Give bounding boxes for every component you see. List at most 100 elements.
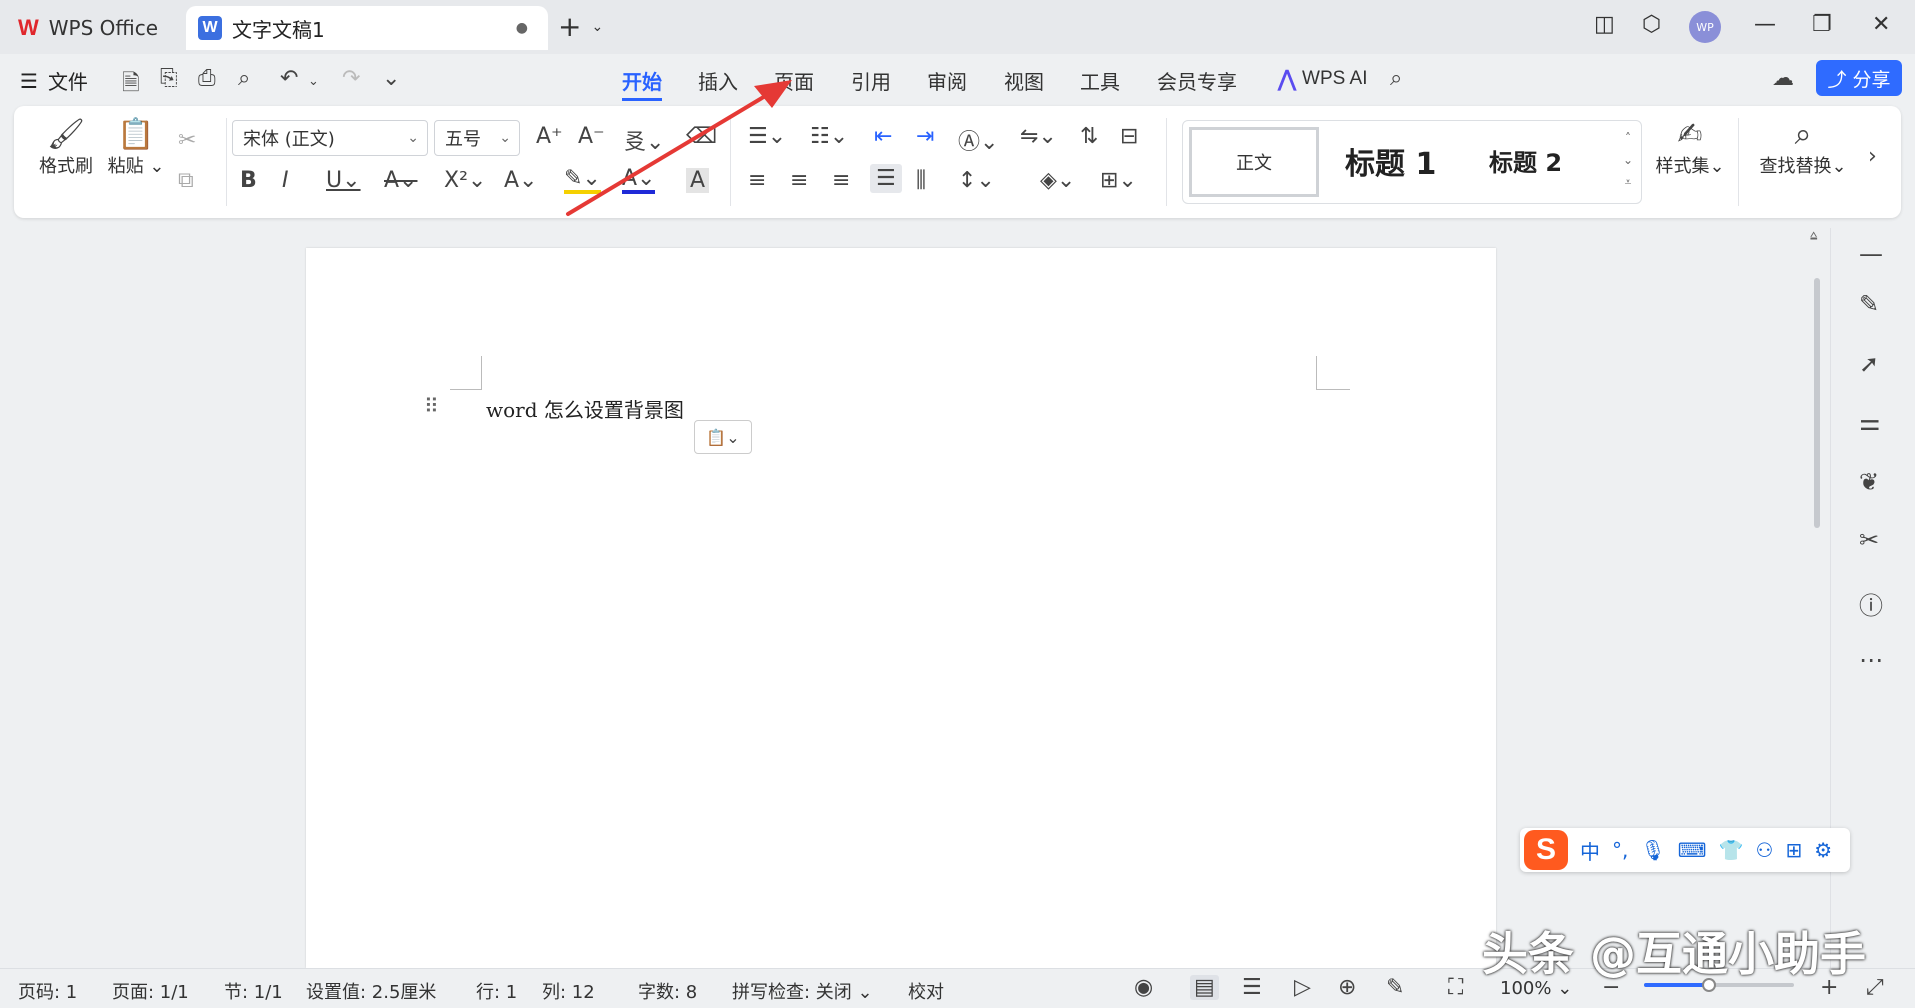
fullscreen-icon[interactable]: ⤢: [1866, 975, 1884, 1000]
share-button[interactable]: ⤴ 分享: [1816, 60, 1902, 96]
save-icon[interactable]: 🗎: [122, 66, 140, 104]
scroll-up-icon[interactable]: ⩠: [1810, 228, 1817, 243]
grow-font-icon[interactable]: A⁺: [536, 124, 563, 149]
home-tab[interactable]: W WPS Office: [4, 6, 180, 50]
unsaved-dot-icon[interactable]: ●: [516, 20, 528, 36]
text-direction-icon[interactable]: Ⓐ⌄: [958, 124, 998, 156]
fit-page-icon[interactable]: ⛶: [1448, 975, 1463, 1000]
close-icon[interactable]: ✕: [1872, 12, 1890, 37]
microphone-icon[interactable]: 🎙: [1640, 838, 1665, 862]
ribbon-scroll-right-icon[interactable]: ›: [1868, 144, 1877, 169]
sort-icon[interactable]: ⇅: [1080, 124, 1098, 149]
outline-view-icon[interactable]: ☰: [1242, 975, 1262, 1000]
chevron-down-icon[interactable]: ⌄: [591, 19, 603, 35]
play-icon[interactable]: ▷: [1294, 975, 1311, 1000]
sogou-logo-icon[interactable]: S: [1524, 830, 1568, 870]
sidebar-toggle-icon[interactable]: ◫: [1594, 12, 1615, 37]
align-right-icon[interactable]: ≡: [832, 168, 850, 193]
bold-icon[interactable]: B: [240, 168, 257, 193]
status-section[interactable]: 节: 1/1: [224, 978, 283, 1004]
status-spell-check[interactable]: 拼写检查: 关闭 ⌄: [732, 978, 873, 1004]
write-mode-icon[interactable]: ✎: [1386, 975, 1404, 1000]
strikethrough-icon[interactable]: A⌄: [384, 168, 417, 193]
skin-shirt-icon[interactable]: 👕: [1719, 838, 1744, 862]
keyboard-icon[interactable]: ⌨: [1678, 838, 1707, 862]
font-size-select[interactable]: 五号 ⌄: [434, 120, 520, 156]
tools-icon[interactable]: ✂: [1859, 526, 1879, 554]
styles-scroll-controls[interactable]: ˄ ⌄ ⩡: [1623, 127, 1633, 193]
document-assist-icon[interactable]: ❦: [1859, 468, 1879, 496]
minimize-icon[interactable]: —: [1754, 12, 1776, 37]
ime-punctuation-toggle[interactable]: °,: [1612, 838, 1628, 862]
align-center-icon[interactable]: ≡: [790, 168, 808, 193]
style-heading-1[interactable]: 标题 1: [1345, 139, 1436, 183]
status-column[interactable]: 列: 12: [542, 978, 595, 1004]
settings-icon[interactable]: ⚙: [1814, 838, 1832, 862]
tab-home[interactable]: 开始: [622, 66, 662, 101]
help-icon[interactable]: ⓘ: [1859, 586, 1883, 621]
export-pdf-icon[interactable]: ⎘: [160, 66, 178, 91]
copy-icon[interactable]: ⧉: [178, 168, 194, 193]
bullet-list-icon[interactable]: ☰⌄: [748, 124, 786, 149]
paste-button[interactable]: 📋 粘贴 ⌄: [106, 118, 166, 178]
char-shading-icon[interactable]: A: [686, 168, 710, 193]
format-painter-button[interactable]: 🖌 格式刷: [38, 118, 94, 178]
shrink-font-icon[interactable]: A⁻: [578, 124, 605, 149]
clear-format-icon[interactable]: ⌫: [686, 124, 717, 149]
customize-chevron-icon[interactable]: ⌄: [382, 66, 400, 91]
avatar[interactable]: WP: [1689, 11, 1721, 43]
wps-ai-button[interactable]: ⋀ WPS AI: [1278, 66, 1368, 92]
document-tab[interactable]: W 文字文稿1 ●: [186, 6, 548, 50]
file-menu[interactable]: ☰ 文件: [20, 66, 88, 95]
convert-icon[interactable]: ⇋⌄: [1020, 124, 1057, 149]
numbered-list-icon[interactable]: ☷⌄: [810, 124, 848, 149]
sliders-icon[interactable]: ⚌: [1859, 408, 1881, 436]
justify-icon[interactable]: ☰: [870, 164, 902, 193]
collapse-panel-icon[interactable]: —: [1859, 240, 1883, 268]
font-name-select[interactable]: 宋体 (正文) ⌄: [232, 120, 428, 156]
cube-icon[interactable]: ⬡: [1642, 12, 1661, 37]
phonetic-guide-icon[interactable]: 㕛⌄: [624, 124, 664, 156]
redo-icon[interactable]: ↷: [342, 66, 360, 91]
cut-icon[interactable]: ✂: [178, 128, 196, 153]
style-set-button[interactable]: ✍ 样式集⌄: [1650, 118, 1730, 178]
paragraph-shading-icon[interactable]: ◈⌄: [1040, 168, 1075, 193]
document-page[interactable]: ⠿ word 怎么设置背景图 📋⌄: [306, 248, 1496, 968]
search-icon[interactable]: ⌕: [1390, 66, 1402, 91]
paste-options-button[interactable]: 📋⌄: [694, 420, 752, 454]
style-normal[interactable]: 正文: [1189, 127, 1319, 197]
new-tab-button[interactable]: + ⌄: [558, 10, 603, 43]
cloud-icon[interactable]: ☁: [1772, 66, 1794, 91]
pen-icon[interactable]: ✎: [1859, 290, 1879, 318]
tab-tools[interactable]: 工具: [1080, 66, 1120, 95]
document-body-text[interactable]: word 怎么设置背景图: [486, 394, 684, 423]
eye-protection-icon[interactable]: ◉: [1134, 975, 1153, 1000]
game-icon[interactable]: ⚇: [1756, 838, 1774, 862]
decrease-indent-icon[interactable]: ⇤: [874, 124, 892, 149]
status-proofread[interactable]: 校对: [908, 978, 944, 1004]
superscript-icon[interactable]: X²⌄: [444, 168, 486, 193]
status-page-number[interactable]: 页码: 1: [18, 978, 77, 1004]
tab-membership[interactable]: 会员专享: [1157, 66, 1237, 95]
status-line[interactable]: 行: 1: [476, 978, 517, 1004]
undo-menu-chevron-icon[interactable]: ⌄: [308, 74, 319, 89]
status-word-count[interactable]: 字数: 8: [638, 978, 697, 1004]
more-icon[interactable]: ⋯: [1859, 646, 1883, 674]
underline-icon[interactable]: U⌄: [326, 168, 361, 193]
italic-icon[interactable]: I: [282, 168, 289, 193]
status-pages[interactable]: 页面: 1/1: [112, 978, 189, 1004]
font-color-icon[interactable]: A⌄: [622, 168, 656, 194]
distributed-icon[interactable]: ⫼: [916, 168, 926, 193]
style-heading-2[interactable]: 标题 2: [1489, 143, 1562, 178]
tab-view[interactable]: 视图: [1004, 66, 1044, 95]
tab-insert[interactable]: 插入: [698, 66, 738, 95]
borders-icon[interactable]: ⊞⌄: [1100, 168, 1137, 193]
scrollbar-thumb[interactable]: [1814, 278, 1820, 528]
undo-icon[interactable]: ↶: [280, 66, 298, 91]
print-preview-icon[interactable]: ⌕: [238, 66, 250, 91]
status-setting-value[interactable]: 设置值: 2.5厘米: [306, 978, 436, 1004]
ime-mode-toggle[interactable]: 中: [1580, 836, 1600, 865]
find-replace-button[interactable]: ⌕ 查找替换⌄: [1748, 118, 1858, 178]
paragraph-drag-handle-icon[interactable]: ⠿: [424, 394, 439, 418]
tab-references[interactable]: 引用: [851, 66, 891, 95]
